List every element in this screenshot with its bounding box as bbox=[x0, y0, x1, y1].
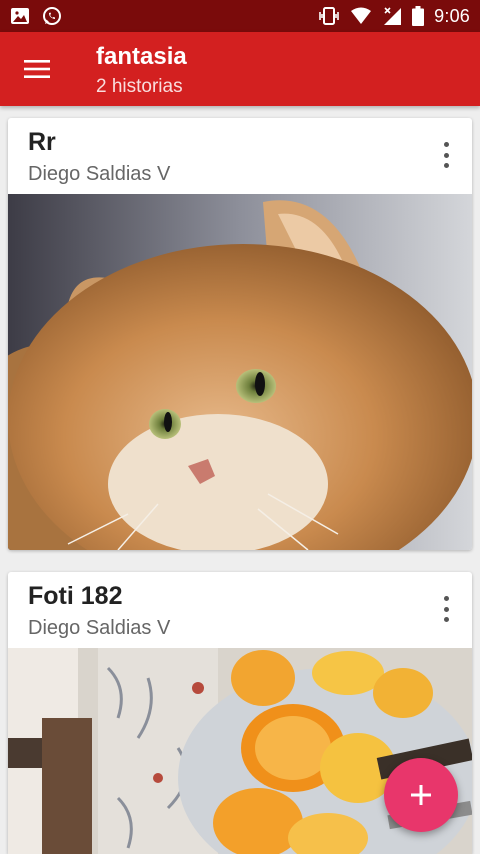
menu-icon bbox=[24, 60, 50, 78]
story-title: Rr bbox=[28, 128, 56, 156]
story-author: Diego Saldias V bbox=[28, 163, 171, 185]
more-options-button[interactable] bbox=[434, 594, 458, 624]
page-title: fantasia bbox=[96, 43, 187, 70]
story-title: Foti 182 bbox=[28, 582, 123, 610]
wifi-icon bbox=[350, 7, 372, 25]
menu-button[interactable] bbox=[20, 52, 54, 86]
page-subtitle: 2 historias bbox=[96, 76, 183, 97]
battery-icon bbox=[412, 6, 425, 26]
add-story-button[interactable] bbox=[384, 758, 458, 832]
story-image[interactable] bbox=[8, 194, 472, 550]
image-icon bbox=[10, 6, 30, 26]
whatsapp-icon bbox=[42, 6, 62, 26]
signal-icon bbox=[382, 6, 402, 26]
clock: 9:06 bbox=[434, 5, 470, 26]
more-options-button[interactable] bbox=[434, 140, 458, 170]
app-bar: fantasia 2 historias bbox=[0, 32, 480, 106]
story-author: Diego Saldias V bbox=[28, 617, 171, 639]
plus-icon bbox=[411, 785, 431, 805]
status-bar: 9:06 bbox=[0, 0, 480, 32]
story-card[interactable]: Rr Diego Saldias V bbox=[8, 118, 472, 550]
vibrate-icon bbox=[318, 6, 340, 26]
